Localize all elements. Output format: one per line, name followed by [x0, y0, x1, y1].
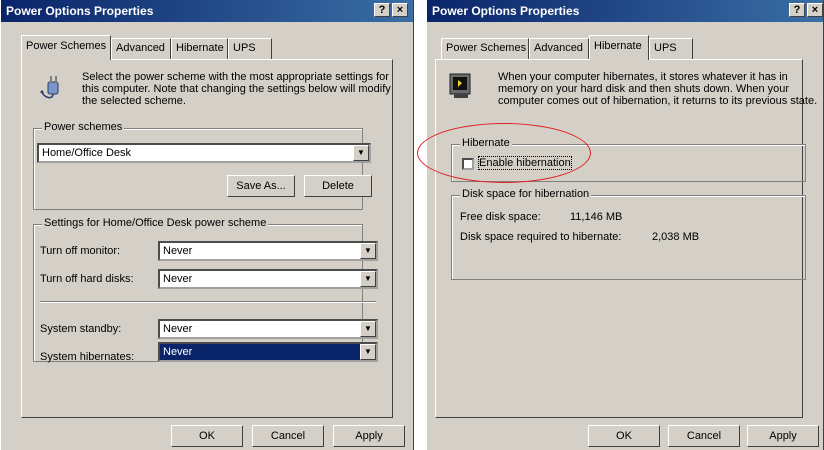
hibernates-value: Never [163, 346, 193, 358]
required-disk-value: 2,038 MB [652, 231, 700, 243]
delete-button[interactable]: Delete [304, 175, 372, 197]
window-title: Power Options Properties [432, 4, 580, 18]
free-disk-label: Free disk space: [460, 211, 541, 223]
power-options-dialog-left: Power Options Properties ? × Power Schem… [0, 0, 414, 450]
chevron-down-icon[interactable]: ▼ [360, 243, 376, 259]
title-bar[interactable]: Power Options Properties ? × [1, 0, 413, 22]
close-button[interactable]: × [392, 3, 408, 17]
cancel-button[interactable]: Cancel [668, 425, 740, 447]
chevron-down-icon[interactable]: ▼ [353, 145, 369, 161]
description-text: Select the power scheme with the most ap… [82, 71, 391, 107]
save-as-button[interactable]: Save As... [227, 175, 295, 197]
power-schemes-legend: Power schemes [42, 121, 125, 133]
tab-ups[interactable]: UPS [649, 38, 693, 59]
required-disk-label: Disk space required to hibernate: [460, 231, 622, 243]
apply-button[interactable]: Apply [747, 425, 819, 447]
power-schemes-group: Power schemes Home/Office Desk ▼ Save As… [33, 121, 372, 210]
apply-button[interactable]: Apply [333, 425, 405, 447]
power-plug-icon [40, 76, 59, 99]
standby-select[interactable]: Never ▼ [158, 319, 378, 339]
chevron-down-icon[interactable]: ▼ [360, 271, 376, 287]
monitor-select[interactable]: Never ▼ [158, 241, 378, 261]
tab-power-schemes[interactable]: Power Schemes [21, 35, 111, 60]
chevron-down-icon[interactable]: ▼ [360, 344, 376, 360]
help-button[interactable]: ? [374, 3, 390, 17]
monitor-label: Turn off monitor: [40, 245, 121, 257]
help-button[interactable]: ? [789, 3, 805, 17]
settings-legend: Settings for Home/Office Desk power sche… [42, 217, 269, 229]
disk-space-group: Disk space for hibernation Free disk spa… [451, 188, 806, 280]
power-options-dialog-right: Power Options Properties ? × Power Schem… [417, 0, 824, 450]
hibernates-label: System hibernates: [40, 351, 135, 363]
close-button[interactable]: × [807, 3, 823, 17]
tab-advanced[interactable]: Advanced [111, 38, 171, 59]
standby-value: Never [163, 323, 193, 335]
ok-button[interactable]: OK [588, 425, 660, 447]
hibernate-computer-icon [449, 73, 471, 98]
tab-advanced[interactable]: Advanced [529, 38, 589, 59]
disks-label: Turn off hard disks: [40, 273, 134, 285]
cancel-button[interactable]: Cancel [252, 425, 324, 447]
tab-hibernate[interactable]: Hibernate [171, 38, 228, 59]
tab-strip: Power Schemes Advanced Hibernate UPS [1, 35, 413, 60]
standby-label: System standby: [40, 323, 122, 335]
tab-hibernate[interactable]: Hibernate [589, 35, 649, 60]
power-scheme-value: Home/Office Desk [42, 147, 132, 159]
disk-space-legend: Disk space for hibernation [460, 188, 592, 200]
annotation-circle [417, 123, 591, 183]
title-bar[interactable]: Power Options Properties ? × [427, 0, 823, 22]
description-text: When your computer hibernates, it stores… [498, 71, 818, 107]
divider [40, 301, 376, 303]
ok-button[interactable]: OK [171, 425, 243, 447]
monitor-value: Never [163, 245, 193, 257]
disks-select[interactable]: Never ▼ [158, 269, 378, 289]
tab-page-power-schemes: Select the power scheme with the most ap… [21, 59, 393, 418]
chevron-down-icon[interactable]: ▼ [360, 321, 376, 337]
disks-value: Never [163, 273, 193, 285]
tab-page-hibernate: When your computer hibernates, it stores… [435, 59, 817, 418]
tab-strip: Power Schemes Advanced Hibernate UPS [427, 35, 823, 60]
hibernates-select[interactable]: Never ▼ [158, 342, 378, 362]
tab-power-schemes[interactable]: Power Schemes [441, 38, 529, 59]
tab-ups[interactable]: UPS [228, 38, 272, 59]
power-scheme-select[interactable]: Home/Office Desk ▼ [37, 143, 371, 163]
free-disk-value: 11,146 MB [570, 211, 623, 223]
window-title: Power Options Properties [6, 4, 154, 18]
